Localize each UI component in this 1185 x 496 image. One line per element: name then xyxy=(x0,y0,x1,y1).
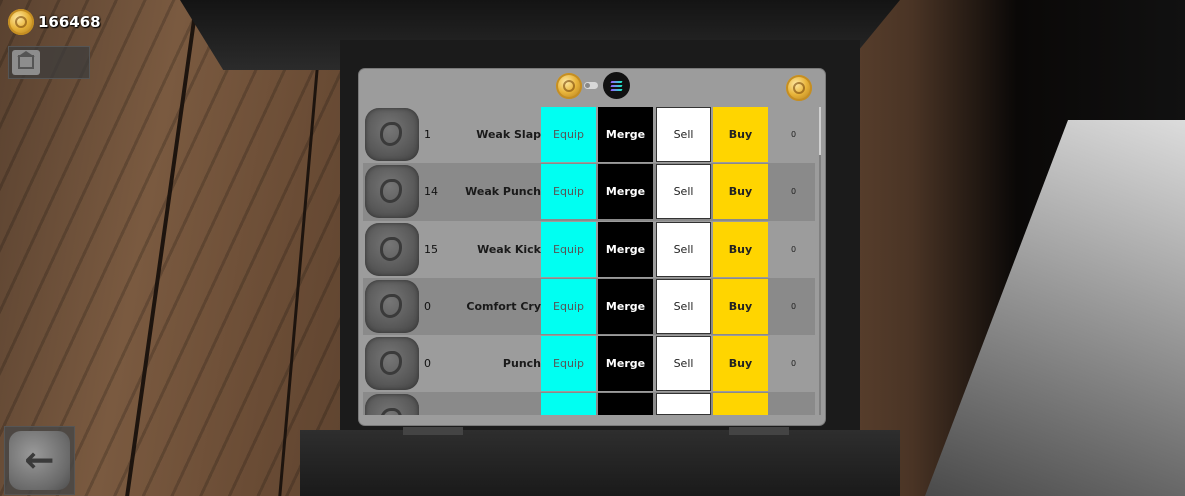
move-name: Weak Kick xyxy=(477,242,541,256)
slap-move-icon xyxy=(365,108,419,161)
owned-count: 0 xyxy=(791,244,797,254)
cry-move-icon xyxy=(365,279,419,333)
move-level: 14 xyxy=(424,185,438,199)
panel-stand xyxy=(729,427,789,435)
owned-count: 0 xyxy=(791,359,797,369)
sell-button[interactable]: Sell xyxy=(656,278,711,334)
sell-button[interactable]: Sell xyxy=(656,336,711,392)
list-item: 15 Weak Kick Equip Merge Sell Buy 0 xyxy=(363,221,815,278)
panel-stand xyxy=(403,427,463,435)
buy-button[interactable]: Buy xyxy=(713,221,768,277)
buy-button[interactable]: Buy xyxy=(713,336,768,392)
merge-button[interactable]: Merge xyxy=(598,107,653,162)
buy-button[interactable]: Buy xyxy=(713,164,768,220)
owned-count: 0 xyxy=(791,187,797,197)
move-level: 1 xyxy=(424,128,431,142)
merge-button[interactable]: Merge xyxy=(598,164,653,220)
house-icon xyxy=(12,50,40,75)
merge-button[interactable]: Merge xyxy=(598,221,653,277)
sell-button[interactable] xyxy=(656,393,711,415)
buy-button[interactable]: Buy xyxy=(713,278,768,334)
solana-icon[interactable] xyxy=(603,72,630,99)
back-button[interactable]: ← xyxy=(4,426,75,495)
list-scrollbar[interactable] xyxy=(819,107,821,415)
back-arrow-icon: ← xyxy=(9,431,70,490)
scrollbar-thumb[interactable] xyxy=(819,107,821,155)
buy-button[interactable]: Buy xyxy=(713,107,768,162)
list-item: 1 Weak Slap Equip Merge Sell Buy 0 xyxy=(363,106,815,163)
home-button[interactable] xyxy=(8,46,90,79)
move-level: 0 xyxy=(424,300,431,314)
punch-move-icon xyxy=(365,337,419,391)
move-name: Weak Punch xyxy=(465,185,541,199)
gold-coin-icon[interactable] xyxy=(556,73,582,99)
buy-button[interactable] xyxy=(713,393,768,415)
kick-move-icon xyxy=(365,222,419,276)
owned-count: 0 xyxy=(791,130,797,140)
list-item: 14 Weak Punch Equip Merge Sell Buy 0 xyxy=(363,163,815,221)
move-name: Comfort Cry xyxy=(466,300,541,314)
move-name: Weak Slap xyxy=(476,128,541,142)
shop-header xyxy=(359,69,825,105)
equip-button[interactable]: Equip xyxy=(541,336,596,392)
floor-dark xyxy=(300,430,900,496)
equip-button[interactable] xyxy=(541,393,596,415)
moves-list[interactable]: 1 Weak Slap Equip Merge Sell Buy 0 14 We… xyxy=(363,106,815,415)
merge-button[interactable]: Merge xyxy=(598,336,653,392)
move-level: 0 xyxy=(424,357,431,371)
currency-amount: 166468 xyxy=(38,13,101,31)
shop-panel: 1 Weak Slap Equip Merge Sell Buy 0 14 We… xyxy=(359,69,825,435)
move-level: 15 xyxy=(424,242,438,256)
list-item xyxy=(363,392,815,415)
move-name: Punch xyxy=(502,357,541,371)
sell-button[interactable]: Sell xyxy=(656,107,711,162)
punch-move-icon xyxy=(365,165,419,219)
equip-button[interactable]: Equip xyxy=(541,107,596,162)
gold-coin-icon[interactable] xyxy=(786,75,812,101)
equip-button[interactable]: Equip xyxy=(541,164,596,220)
sell-button[interactable]: Sell xyxy=(656,164,711,220)
merge-button[interactable] xyxy=(598,393,653,415)
currency-display: 166468 xyxy=(8,9,101,35)
merge-button[interactable]: Merge xyxy=(598,278,653,334)
gold-coin-icon xyxy=(8,9,34,35)
list-item: 0 Punch Equip Merge Sell Buy 0 xyxy=(363,335,815,392)
equip-button[interactable]: Equip xyxy=(541,221,596,277)
owned-count: 0 xyxy=(791,302,797,312)
move-icon xyxy=(365,394,419,415)
list-item: 0 Comfort Cry Equip Merge Sell Buy 0 xyxy=(363,277,815,336)
sell-button[interactable]: Sell xyxy=(656,221,711,277)
currency-toggle[interactable] xyxy=(584,82,598,89)
equip-button[interactable]: Equip xyxy=(541,278,596,334)
